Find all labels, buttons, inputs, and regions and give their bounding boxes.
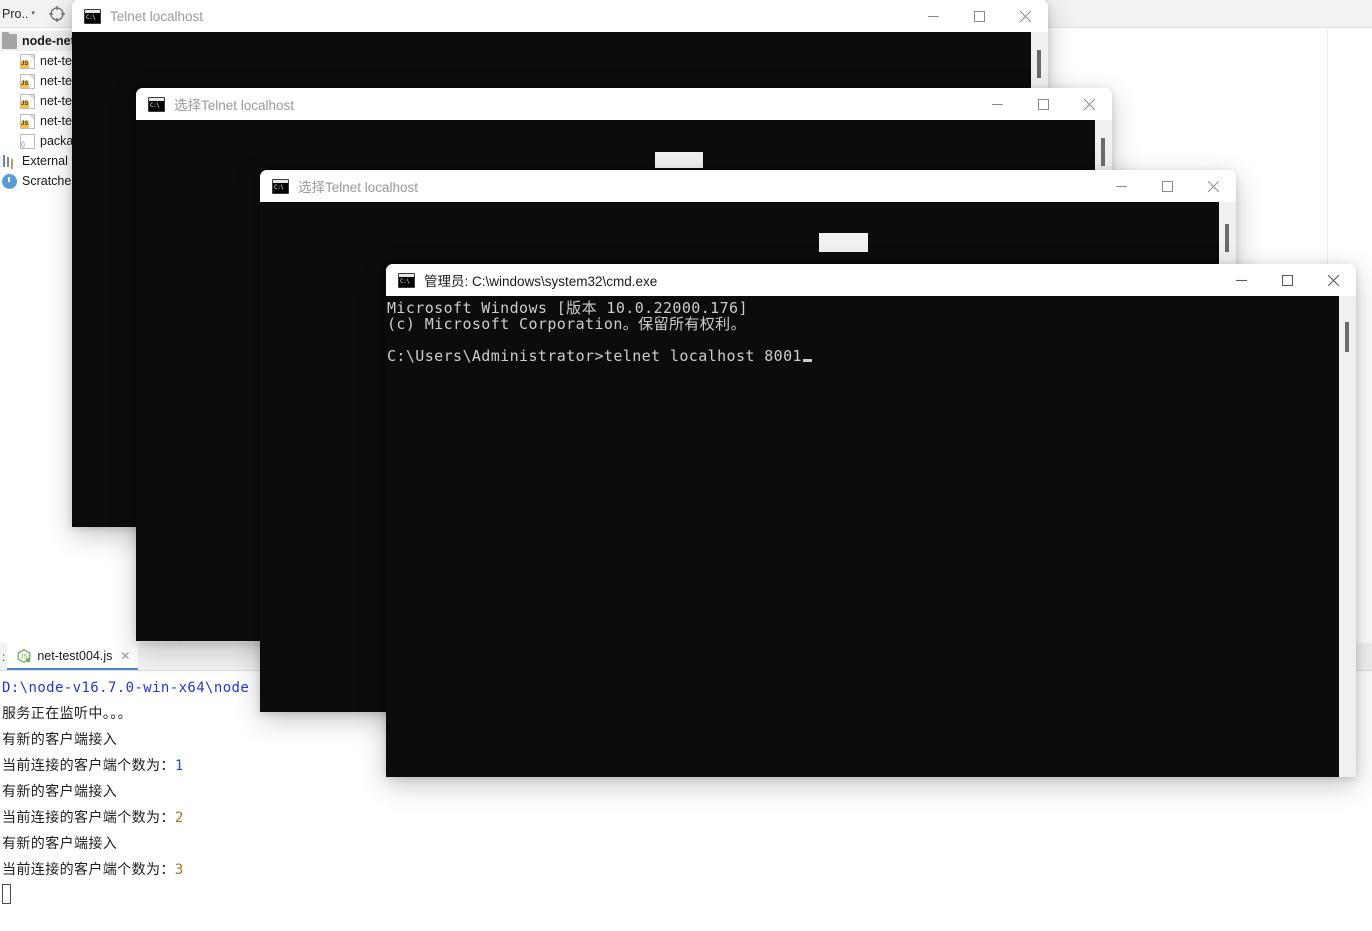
close-button[interactable] (1066, 88, 1112, 120)
minimize-button[interactable] (1098, 170, 1144, 202)
maximize-button[interactable] (1144, 170, 1190, 202)
window-controls (1098, 170, 1236, 202)
terminal-body[interactable]: Microsoft Windows [版本 10.0.22000.176] (c… (386, 296, 1356, 777)
scrollbar-thumb[interactable] (1037, 50, 1041, 78)
minimize-button[interactable] (910, 0, 956, 32)
text-cursor (2, 884, 11, 904)
console-line-text: 当前连接的客户端个数为： (2, 862, 175, 878)
window-title: 选择Telnet localhost (298, 180, 419, 195)
console-line: 有新的客户端接入 (2, 836, 118, 852)
title-bar[interactable]: Telnet localhost (72, 0, 1048, 32)
close-button[interactable] (1310, 264, 1356, 296)
scrollbar-thumb[interactable] (1101, 138, 1105, 166)
window-title: 管理员: C:\windows\system32\cmd.exe (424, 274, 658, 289)
js-file-icon (20, 73, 35, 89)
project-panel-tab[interactable]: Pro.. ▾ (0, 7, 35, 21)
library-icon (2, 154, 17, 169)
cmd-icon (84, 8, 101, 24)
console-line-text: 当前连接的客户端个数为： (2, 758, 175, 774)
vertical-scrollbar[interactable] (1339, 296, 1356, 777)
clock-icon (2, 173, 17, 189)
window-title: 选择Telnet localhost (174, 98, 295, 113)
chevron-down-icon[interactable]: ▾ (31, 10, 35, 17)
window-cmd-admin[interactable]: 管理员: C:\windows\system32\cmd.exe Microso… (386, 264, 1356, 777)
js-file-icon (20, 93, 35, 109)
project-panel-label: Pro.. (2, 6, 29, 21)
json-file-icon (20, 133, 35, 149)
terminal-line: Microsoft Windows [版本 10.0.22000.176] (387, 299, 748, 317)
run-tab-label: net-test004.js (37, 648, 113, 663)
console-line: 当前连接的客户端个数为：2 (2, 805, 1372, 831)
selection-block (819, 233, 868, 252)
terminal-cursor (802, 359, 812, 362)
terminal-line: (c) Microsoft Corporation。保留所有权利。 (387, 315, 746, 333)
maximize-button[interactable] (956, 0, 1002, 32)
run-tab-net-test004[interactable]: JS net-test004.js ✕ (7, 643, 139, 670)
tree-item-label: Scratches (22, 174, 78, 188)
cmd-icon (398, 272, 415, 288)
window-controls (1218, 264, 1356, 296)
title-bar[interactable]: 选择Telnet localhost (260, 170, 1236, 202)
console-line: 当前连接的客户端个数为：3 (2, 857, 1372, 883)
folder-icon (2, 31, 17, 49)
window-controls (974, 88, 1112, 120)
cmd-icon (148, 96, 165, 112)
terminal-output[interactable]: Microsoft Windows [版本 10.0.22000.176] (c… (386, 296, 1339, 777)
title-bar[interactable]: 选择Telnet localhost (136, 88, 1112, 120)
maximize-button[interactable] (1020, 88, 1066, 120)
minimize-button[interactable] (974, 88, 1020, 120)
console-caret-line (2, 883, 1372, 909)
console-line-value: 3 (174, 862, 184, 878)
close-icon[interactable]: ✕ (120, 649, 130, 663)
maximize-button[interactable] (1264, 264, 1310, 296)
console-line: 有新的客户端接入 (2, 784, 118, 800)
close-button[interactable] (1002, 0, 1048, 32)
close-button[interactable] (1190, 170, 1236, 202)
scrollbar-thumb[interactable] (1225, 224, 1229, 252)
console-line-text: 当前连接的客户端个数为： (2, 810, 175, 826)
window-controls (910, 0, 1048, 32)
selection-block (655, 152, 703, 168)
title-bar[interactable]: 管理员: C:\windows\system32\cmd.exe (386, 264, 1356, 296)
cmd-icon (272, 178, 289, 194)
minimize-button[interactable] (1218, 264, 1264, 296)
terminal-command: C:\Users\Administrator>telnet localhost … (387, 347, 802, 365)
run-panel-label: : (2, 650, 6, 664)
scrollbar-thumb[interactable] (1345, 322, 1349, 352)
crosshair-icon[interactable] (48, 5, 65, 22)
nodejs-icon: JS (17, 648, 31, 663)
js-file-icon (20, 53, 35, 69)
console-line-value: 2 (174, 810, 184, 826)
window-title: Telnet localhost (110, 8, 204, 24)
js-file-icon (20, 113, 35, 129)
terminal-prompt-line: C:\Users\Administrator>telnet localhost … (387, 348, 1339, 364)
console-line-value: 1 (174, 758, 184, 774)
tree-item-label: node-net (22, 34, 75, 48)
